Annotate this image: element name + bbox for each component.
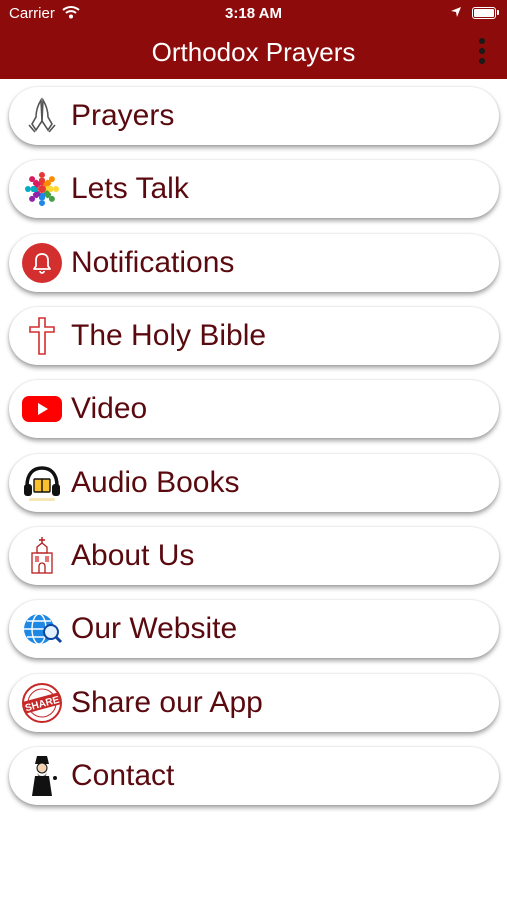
globe-search-icon	[21, 608, 63, 650]
menu-item-our-website[interactable]: Our Website	[9, 600, 499, 658]
menu-item-video[interactable]: Video	[9, 380, 499, 438]
menu-item-prayers[interactable]: Prayers	[9, 87, 499, 145]
menu-item-label: Our Website	[71, 612, 238, 645]
clock: 3:18 AM	[225, 5, 282, 22]
priest-icon	[21, 755, 63, 797]
menu-item-label: Prayers	[71, 99, 175, 132]
menu-item-label: Contact	[71, 759, 175, 792]
status-bar: Carrier 3:18 AM	[0, 0, 507, 28]
menu-item-label: Share our App	[71, 686, 263, 719]
menu-item-label: Notifications	[71, 246, 235, 279]
menu-item-label: About Us	[71, 539, 195, 572]
menu-item-lets-talk[interactable]: Lets Talk	[9, 160, 499, 218]
headphones-book-icon	[21, 462, 63, 504]
people-circle-icon	[21, 168, 63, 210]
youtube-play-icon	[21, 388, 63, 430]
praying-hands-icon	[21, 95, 63, 137]
menu-item-label: The Holy Bible	[71, 319, 267, 352]
menu-item-label: Video	[71, 392, 148, 425]
menu-item-holy-bible[interactable]: The Holy Bible	[9, 307, 499, 365]
menu-item-about-us[interactable]: About Us	[9, 527, 499, 585]
cross-icon	[21, 315, 63, 357]
app-header: Carrier 3:18 AM Orthodox Prayers	[0, 0, 507, 79]
menu-item-label: Audio Books	[71, 466, 240, 499]
battery-cap	[497, 10, 499, 15]
bell-icon	[21, 242, 63, 284]
menu-item-notifications[interactable]: Notifications	[9, 234, 499, 292]
menu-item-share-app[interactable]: SHARE Share our App	[9, 674, 499, 732]
page-title: Orthodox Prayers	[151, 37, 356, 67]
church-icon	[21, 535, 63, 577]
more-vertical-icon[interactable]	[472, 38, 492, 68]
location-arrow-icon	[450, 5, 462, 22]
menu-item-contact[interactable]: Contact	[9, 747, 499, 805]
menu-item-audio-books[interactable]: Audio Books	[9, 454, 499, 512]
battery-icon	[472, 7, 496, 19]
menu-item-label: Lets Talk	[71, 172, 189, 205]
share-stamp-icon: SHARE	[21, 682, 63, 724]
